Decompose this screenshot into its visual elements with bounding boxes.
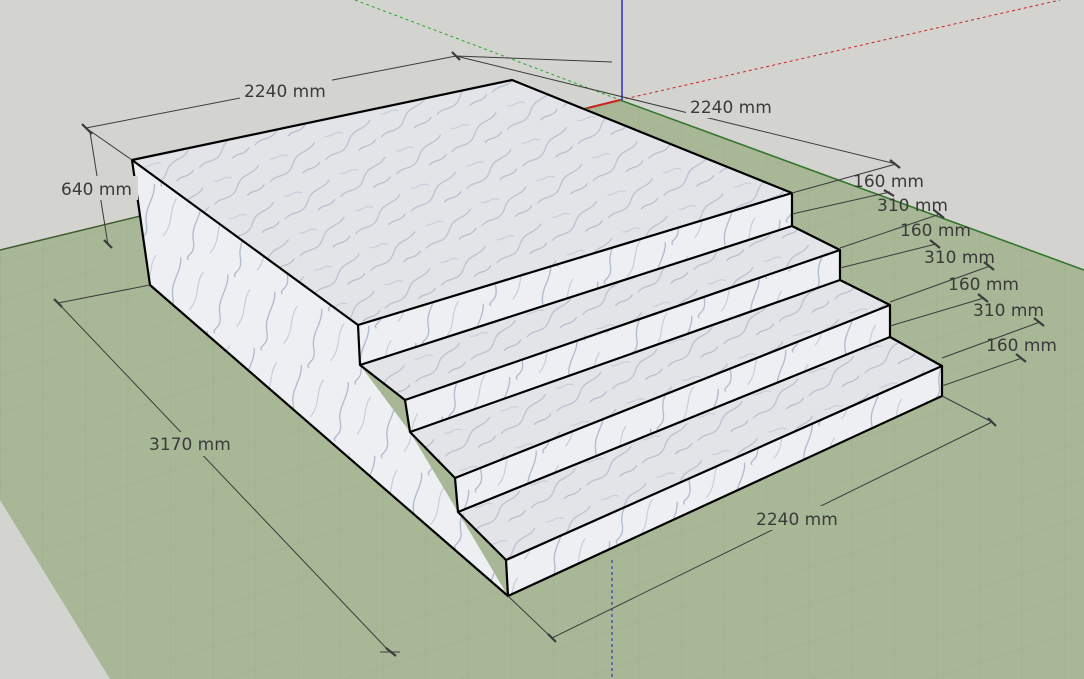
dim-riser-2[interactable]: 160 mm <box>900 221 971 241</box>
dim-bottom-width[interactable]: 2240 mm <box>756 510 838 530</box>
model-viewport[interactable]: 2240 mm 2240 mm 640 mm 3170 mm 2240 mm 1… <box>0 0 1084 679</box>
dim-tread-1[interactable]: 310 mm <box>877 196 948 216</box>
axis-red <box>619 0 1061 101</box>
dim-height[interactable]: 640 mm <box>61 180 132 200</box>
dim-tread-3[interactable]: 310 mm <box>973 301 1044 321</box>
dim-total-depth[interactable]: 3170 mm <box>149 435 231 455</box>
dim-riser-3[interactable]: 160 mm <box>948 275 1019 295</box>
dim-top-width[interactable]: 2240 mm <box>244 82 326 102</box>
dim-riser-4[interactable]: 160 mm <box>986 336 1057 356</box>
dim-riser-1[interactable]: 160 mm <box>853 172 924 192</box>
dim-top-depth[interactable]: 2240 mm <box>690 98 772 118</box>
dim-tread-2[interactable]: 310 mm <box>924 248 995 268</box>
